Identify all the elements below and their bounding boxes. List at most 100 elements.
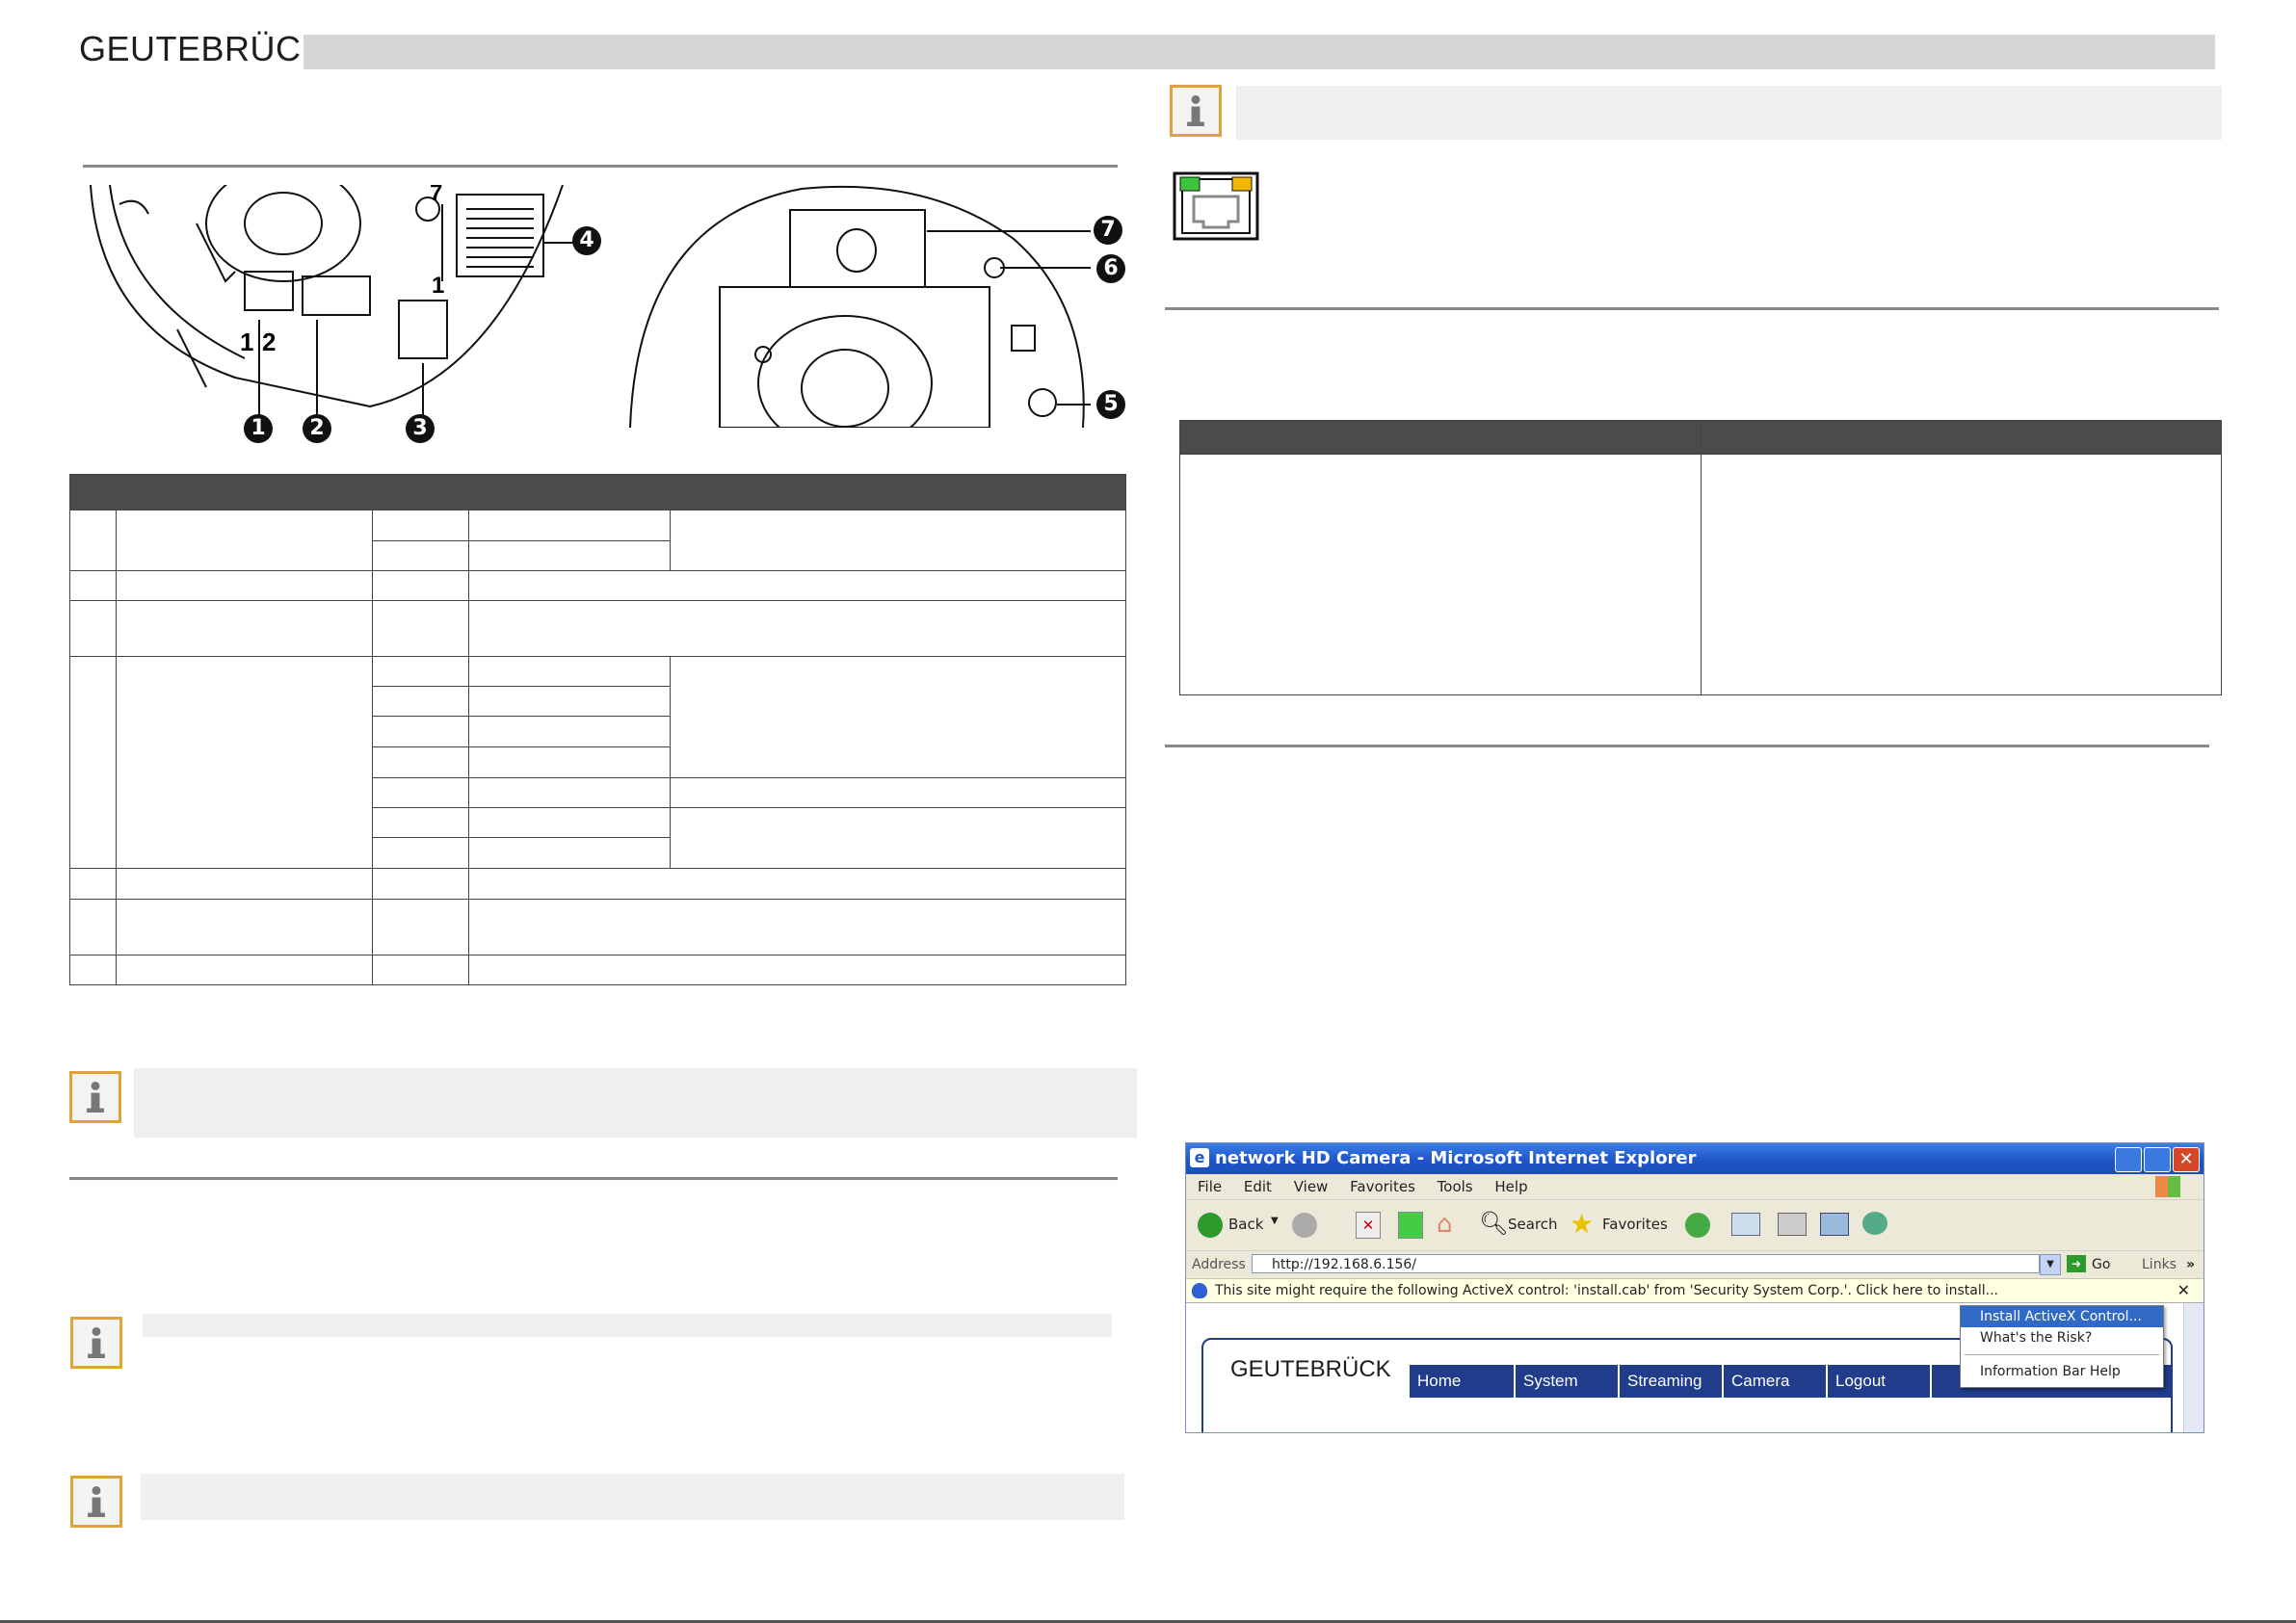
section-rule	[83, 165, 1118, 168]
print-icon[interactable]	[1778, 1213, 1807, 1236]
table-cell	[115, 955, 373, 985]
table-cell	[69, 868, 117, 900]
menu-edit[interactable]: Edit	[1244, 1178, 1272, 1195]
callout-3: 3	[406, 414, 435, 443]
dropdown-icon[interactable]: ▼	[1271, 1216, 1279, 1226]
table-cell	[670, 510, 1126, 571]
table-cell	[69, 570, 117, 601]
browser-window: e network HD Camera - Microsoft Internet…	[1185, 1142, 2204, 1433]
context-menu: Install ActiveX Control... What's the Ri…	[1960, 1305, 2164, 1388]
table-cell	[371, 686, 469, 717]
info-icon	[70, 1476, 122, 1528]
table-header	[1179, 420, 1702, 455]
history-icon[interactable]	[1685, 1213, 1710, 1238]
info-icon	[69, 1071, 121, 1123]
table-cell	[467, 777, 672, 808]
table-cell	[115, 570, 373, 601]
favorites-button[interactable]: Favorites	[1602, 1216, 1668, 1233]
table-cell	[467, 686, 672, 717]
go-button[interactable]: Go	[2092, 1251, 2110, 1278]
menu-tools[interactable]: Tools	[1438, 1178, 1473, 1195]
menu-item-whats-the-risk[interactable]: What's the Risk?	[1961, 1327, 2163, 1348]
table-cell	[670, 656, 1126, 778]
table-cell	[69, 600, 117, 657]
table-cell	[1179, 454, 1702, 695]
connector-spec-table	[69, 474, 1127, 985]
nav-tab-system[interactable]: System	[1516, 1365, 1620, 1398]
table-cell	[115, 868, 373, 900]
brand-logo: GEUTEBRÜCK	[79, 29, 326, 68]
infobar-text[interactable]: This site might require the following Ac…	[1215, 1279, 1998, 1302]
search-button[interactable]: Search	[1508, 1216, 1558, 1233]
go-arrow-icon[interactable]: ➜	[2067, 1255, 2086, 1272]
scrollbar[interactable]	[2183, 1303, 2204, 1432]
nav-tab-logout[interactable]: Logout	[1828, 1365, 1932, 1398]
terminal-label-1: 1	[432, 273, 444, 299]
table-cell	[371, 899, 469, 955]
info-table	[1179, 420, 2222, 695]
table-cell	[467, 807, 672, 838]
address-field[interactable]: http://192.168.6.156/	[1252, 1254, 2040, 1273]
menu-file[interactable]: File	[1198, 1178, 1222, 1195]
table-cell	[371, 777, 469, 808]
edit-icon[interactable]	[1820, 1213, 1849, 1236]
table-header	[69, 474, 1126, 510]
table-cell	[467, 868, 1127, 900]
pin-label-2: 2	[262, 327, 276, 356]
callout-4: 4	[572, 226, 601, 255]
menu-help[interactable]: Help	[1494, 1178, 1527, 1195]
table-cell	[371, 656, 469, 687]
table-cell	[371, 716, 469, 747]
window-title-bar: e network HD Camera - Microsoft Internet…	[1186, 1143, 2204, 1174]
table-cell	[371, 570, 469, 601]
menu-item-info-bar-help[interactable]: Information Bar Help	[1961, 1361, 2163, 1382]
back-icon[interactable]	[1198, 1213, 1223, 1238]
windows-flag-icon	[2155, 1176, 2180, 1197]
table-cell	[670, 777, 1126, 808]
links-label[interactable]: Links	[2142, 1251, 2177, 1278]
address-label: Address	[1192, 1257, 1246, 1272]
table-cell	[69, 955, 117, 985]
home-icon[interactable]: ⌂	[1437, 1210, 1453, 1239]
table-cell	[467, 656, 672, 687]
minimize-button[interactable]	[2115, 1147, 2142, 1172]
mail-icon[interactable]	[1731, 1213, 1760, 1236]
address-dropdown-icon[interactable]: ▼	[2040, 1254, 2061, 1275]
address-bar: Address http://192.168.6.156/ ▼ ➜ Go Lin…	[1186, 1251, 2204, 1279]
menu-favorites[interactable]: Favorites	[1350, 1178, 1415, 1195]
refresh-icon[interactable]	[1398, 1212, 1423, 1239]
stop-icon[interactable]: ✕	[1356, 1212, 1381, 1239]
search-icon[interactable]: 🔍︎	[1479, 1210, 1508, 1237]
table-cell	[371, 807, 469, 838]
note-band	[141, 1474, 1124, 1520]
camera-diagram-right	[629, 185, 1091, 428]
table-cell	[467, 899, 1127, 955]
note-band	[143, 1314, 1112, 1337]
back-button[interactable]: Back	[1228, 1216, 1263, 1233]
close-button[interactable]: ✕	[2173, 1147, 2200, 1172]
terminal-label-7: 7	[430, 185, 442, 206]
information-bar[interactable]: This site might require the following Ac…	[1186, 1279, 2204, 1303]
menu-item-install-activex[interactable]: Install ActiveX Control...	[1961, 1306, 2163, 1327]
table-cell	[467, 716, 672, 747]
infobar-close-icon[interactable]: ✕	[2177, 1279, 2190, 1302]
callout-1: 1	[244, 414, 273, 443]
note-band	[134, 1068, 1137, 1138]
callout-5: 5	[1096, 390, 1125, 419]
table-cell	[115, 899, 373, 955]
page-logo: GEUTEBRÜCK	[1230, 1356, 1391, 1382]
table-cell	[115, 600, 373, 657]
nav-tab-camera[interactable]: Camera	[1724, 1365, 1828, 1398]
restore-button[interactable]	[2144, 1147, 2171, 1172]
table-cell	[467, 600, 1127, 657]
forward-icon[interactable]	[1292, 1213, 1317, 1238]
callout-2: 2	[303, 414, 331, 443]
chevron-right-icon[interactable]: »	[2186, 1251, 2195, 1278]
favorites-star-icon[interactable]: ★	[1570, 1208, 1594, 1240]
messenger-icon[interactable]	[1862, 1212, 1887, 1235]
callout-6: 6	[1096, 254, 1125, 283]
menu-view[interactable]: View	[1294, 1178, 1329, 1195]
nav-tab-home[interactable]: Home	[1410, 1365, 1516, 1398]
table-cell	[115, 510, 373, 571]
nav-tab-streaming[interactable]: Streaming	[1620, 1365, 1724, 1398]
